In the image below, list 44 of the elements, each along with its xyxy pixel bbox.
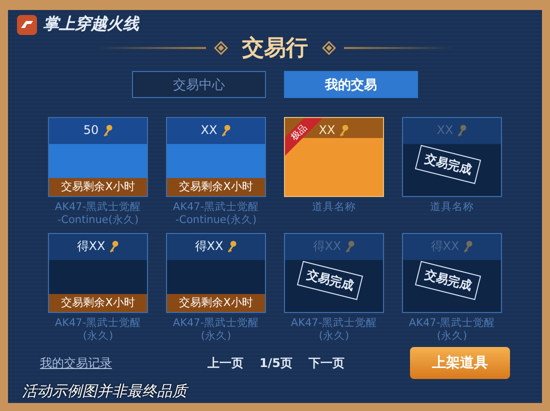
item-name: AK47-黑武士觉醒 -Continue(永久) xyxy=(172,201,260,227)
key-icon xyxy=(226,240,238,252)
page-indicator: 1/5页 xyxy=(259,354,293,372)
history-link[interactable]: 我的交易记录 xyxy=(40,354,112,372)
item-name: AK47-黑武士觉醒 (永久) xyxy=(290,317,378,343)
trade-complete-stamp: 交易完成 xyxy=(296,260,364,300)
caption: 活动示例图并非最终品质 xyxy=(22,382,187,401)
price-text: XX xyxy=(200,123,218,137)
item-card[interactable]: XX 极品 xyxy=(284,117,384,197)
tab[interactable]: 交易中心 xyxy=(132,71,266,98)
key-icon xyxy=(220,124,232,136)
item-name: 道具名称 xyxy=(430,201,474,215)
tab[interactable]: 我的交易 xyxy=(284,71,418,98)
item-name: AK47-黑武士觉醒 (永久) xyxy=(172,317,260,343)
price-text: 得XX xyxy=(194,238,224,254)
time-left-label: 交易剩余X小时 xyxy=(167,178,265,196)
key-icon xyxy=(102,124,113,136)
item-card[interactable]: XX 交易剩余X小时 xyxy=(166,117,266,197)
trade-complete-stamp: 交易完成 xyxy=(414,144,482,184)
price-text: 50 xyxy=(83,123,99,137)
diamond-icon xyxy=(322,41,336,55)
item-name: AK47-黑武士觉醒 (永久) xyxy=(54,317,142,343)
key-icon xyxy=(338,124,350,136)
key-icon xyxy=(462,240,474,252)
item-card[interactable]: 50 交易剩余X小时 xyxy=(48,117,148,197)
time-left-label: 交易剩余X小时 xyxy=(167,294,265,312)
key-icon xyxy=(456,124,468,136)
page-title: 交易行 xyxy=(241,34,309,63)
previous-page-button[interactable]: 上一页 xyxy=(207,354,244,372)
price-text: 得XX xyxy=(76,238,106,254)
key-icon xyxy=(108,240,120,252)
item-card[interactable]: 得XX 交易剩余X小时 xyxy=(166,233,266,313)
key-icon xyxy=(344,240,356,252)
logo-icon xyxy=(17,14,37,34)
app-name: 掌上穿越火线 xyxy=(43,14,139,35)
item-name: 道具名称 xyxy=(312,201,356,215)
item-name: AK47-黑武士觉醒 (永久) xyxy=(408,317,496,343)
item-name: AK47-黑武士觉醒 -Continue(永久) xyxy=(54,201,142,227)
time-left-label: 交易剩余X小时 xyxy=(49,178,147,196)
time-left-label: 交易剩余X小时 xyxy=(49,294,147,312)
trade-complete-stamp: 交易完成 xyxy=(414,260,482,300)
next-page-button[interactable]: 下一页 xyxy=(308,354,345,372)
diamond-icon xyxy=(214,41,228,55)
item-card[interactable]: 得XX 交易剩余X小时 xyxy=(48,233,148,313)
